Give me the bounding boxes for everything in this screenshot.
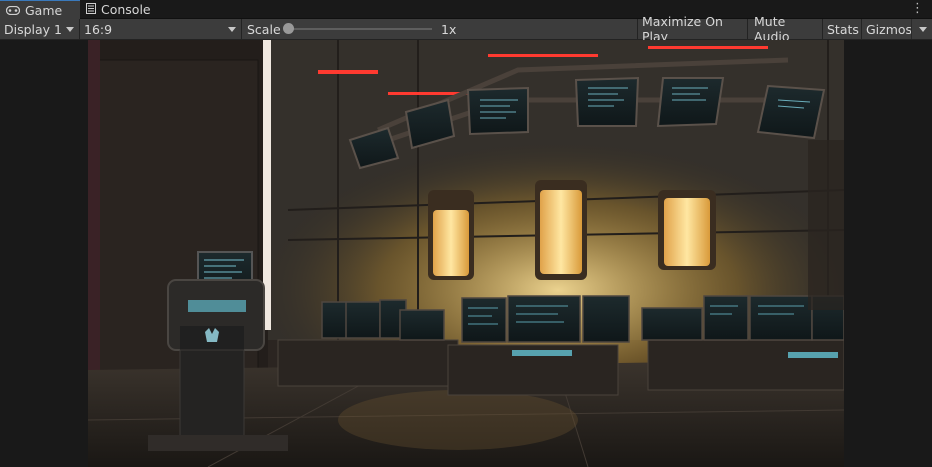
stats-button[interactable]: Stats (823, 19, 862, 39)
scale-value: 1x (441, 22, 457, 37)
chevron-down-icon[interactable] (919, 27, 927, 32)
tab-console[interactable]: Console (80, 0, 164, 19)
display-value: Display 1 (4, 21, 63, 37)
mute-audio-button[interactable]: Mute Audio (748, 14, 823, 44)
tab-console-label: Console (101, 2, 151, 17)
maximize-on-play-button[interactable]: Maximize On Play (638, 14, 748, 44)
scale-slider-thumb[interactable] (283, 23, 294, 34)
gamepad-icon (5, 3, 21, 18)
game-scene-image (88, 40, 844, 467)
chevron-down-icon (228, 27, 236, 32)
aspect-value: 16:9 (84, 21, 113, 37)
tab-game[interactable]: Game (0, 0, 80, 19)
aspect-dropdown[interactable]: 16:9 (80, 19, 242, 39)
gizmos-label: Gizmos (866, 21, 913, 37)
scale-label: Scale (247, 22, 281, 37)
scale-control: Scale 1x (242, 19, 638, 39)
chevron-down-icon (66, 27, 74, 32)
console-icon (86, 2, 96, 17)
tab-game-label: Game (25, 2, 63, 18)
display-dropdown[interactable]: Display 1 (0, 19, 80, 39)
stats-label: Stats (827, 21, 859, 37)
game-viewport[interactable] (88, 40, 844, 467)
gizmos-button[interactable]: Gizmos (862, 19, 932, 39)
scale-slider-track[interactable] (290, 28, 432, 30)
game-toolbar: Display 1 16:9 Scale 1x Maximize On Play… (0, 14, 932, 44)
more-options-icon[interactable]: ⋮ (911, 1, 924, 16)
